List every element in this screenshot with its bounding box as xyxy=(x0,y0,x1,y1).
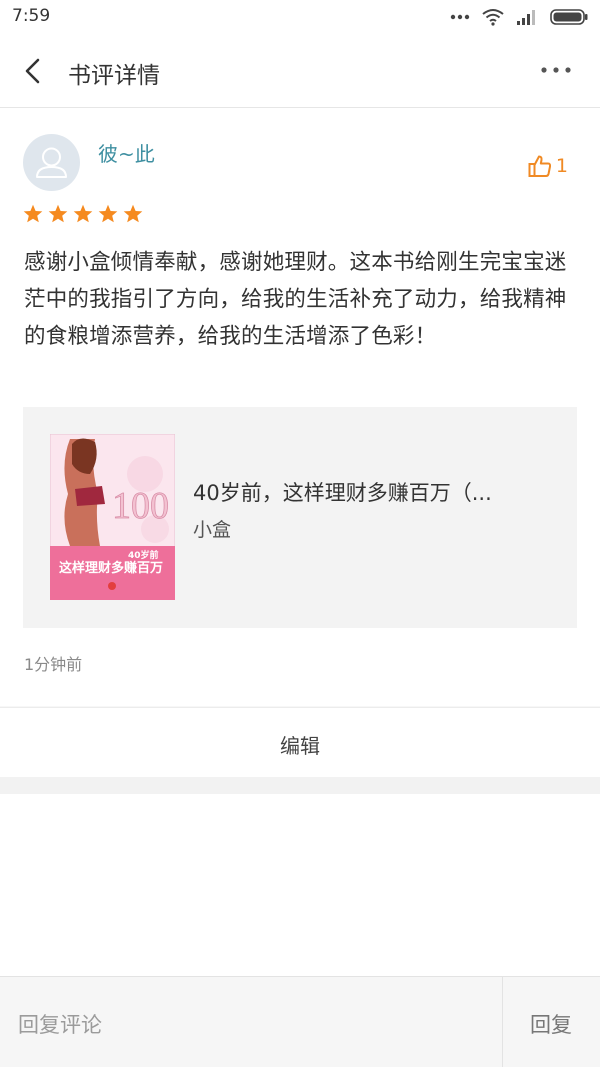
like-button[interactable]: 1 xyxy=(528,154,568,178)
thumbs-up-icon xyxy=(528,155,551,177)
reply-button-label: 回复 xyxy=(530,1013,572,1037)
star-icon xyxy=(73,204,93,223)
replies-area xyxy=(0,794,600,976)
review-card: 彼~此 1 感谢小盒倾情奉献，感谢她理财。这本书给刚生完宝宝迷茫中的我指引了方向… xyxy=(0,108,600,706)
reviewer-username[interactable]: 彼~此 xyxy=(98,138,155,167)
book-author: 小盒 xyxy=(193,519,232,541)
book-cover-image: 100 40岁前 这样理财多赚百万 xyxy=(50,434,175,600)
cover-banner: 这样理财多赚百万 xyxy=(59,560,163,576)
cover-big-number: 100 xyxy=(112,485,169,527)
status-icons xyxy=(450,8,588,26)
status-bar: 7:59 xyxy=(0,0,600,34)
star-icon xyxy=(23,204,43,223)
reply-bar: 回复评论 回复 xyxy=(0,976,600,1067)
book-card[interactable]: 100 40岁前 这样理财多赚百万 40岁前，这样理财多赚百万（... 小盒 xyxy=(23,407,577,628)
more-dots-icon xyxy=(450,14,470,20)
book-review-detail-page: 7:59 书评详情 彼~此 1 感谢小盒倾情奉献，感谢她理财。这本书给刚生完宝宝… xyxy=(0,0,600,1067)
chevron-left-icon[interactable] xyxy=(22,58,44,84)
wifi-icon xyxy=(482,9,504,26)
reply-placeholder: 回复评论 xyxy=(18,1013,102,1037)
review-timestamp: 1分钟前 xyxy=(24,655,83,674)
user-silhouette-icon xyxy=(36,147,67,178)
cover-badge: 40岁前 xyxy=(128,549,159,561)
page-title: 书评详情 xyxy=(68,63,160,89)
rating-stars xyxy=(23,204,143,224)
more-horizontal-icon[interactable] xyxy=(540,64,572,76)
app-header: 书评详情 xyxy=(0,34,600,108)
book-title: 40岁前，这样理财多赚百万（... xyxy=(193,481,492,505)
status-time: 7:59 xyxy=(12,6,51,26)
star-icon xyxy=(98,204,118,223)
section-divider xyxy=(0,777,600,794)
avatar[interactable] xyxy=(23,134,80,191)
star-icon xyxy=(123,204,143,223)
star-icon xyxy=(48,204,68,223)
reply-input[interactable]: 回复评论 xyxy=(0,977,503,1067)
reply-button[interactable]: 回复 xyxy=(503,977,600,1067)
edit-button[interactable]: 编辑 xyxy=(0,707,600,778)
review-text: 感谢小盒倾情奉献，感谢她理财。这本书给刚生完宝宝迷茫中的我指引了方向，给我的生活… xyxy=(24,250,567,349)
signal-icon xyxy=(517,10,535,25)
like-count: 1 xyxy=(555,155,568,177)
battery-icon xyxy=(550,9,588,25)
edit-label: 编辑 xyxy=(280,734,320,758)
